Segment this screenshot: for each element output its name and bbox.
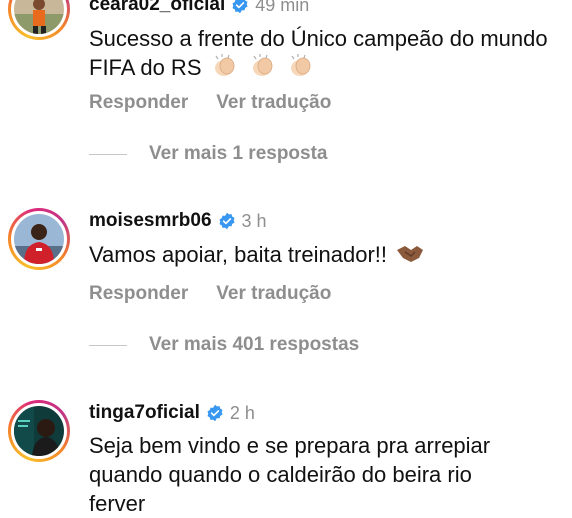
translate-button[interactable]: Ver tradução <box>216 283 331 305</box>
avatar-moisesmrb06[interactable] <box>8 208 70 270</box>
comment-text: Vamos apoiar, baita treinador!! <box>89 240 559 269</box>
divider-line <box>89 153 127 155</box>
comment-text: Sucesso a frente do Único campeão do mun… <box>89 24 559 82</box>
username[interactable]: tinga7oficial <box>89 402 200 424</box>
verified-badge-icon <box>219 212 235 230</box>
clapping-hands-icon <box>284 54 316 80</box>
comment-time: 2 h <box>229 402 255 423</box>
view-more-replies[interactable]: Ver mais 401 respostas <box>89 334 359 356</box>
view-more-replies[interactable]: Ver mais 1 resposta <box>89 143 328 165</box>
divider-line <box>89 344 127 346</box>
view-more-replies-label[interactable]: Ver mais 1 resposta <box>149 143 328 165</box>
comment-time: 3 h <box>241 210 267 231</box>
comment-header: ceara02_oficial 49 min <box>89 0 309 16</box>
verified-badge-icon <box>232 0 248 14</box>
translate-button[interactable]: Ver tradução <box>216 92 331 114</box>
comment-actions: Responder Ver tradução <box>89 92 331 114</box>
reply-button[interactable]: Responder <box>89 283 188 305</box>
view-more-replies-label[interactable]: Ver mais 401 respostas <box>149 334 359 356</box>
comment-header: moisesmrb06 3 h <box>89 210 267 232</box>
clapping-hands-icon <box>208 54 246 80</box>
avatar-tinga7oficial[interactable] <box>8 400 70 462</box>
comment-actions: Responder Ver tradução <box>89 283 331 305</box>
comment-text-content: Sucesso a frente do Único campeão do mun… <box>89 26 548 80</box>
comment-time: 49 min <box>255 0 310 15</box>
reply-button[interactable]: Responder <box>89 92 188 114</box>
avatar-ceara02[interactable] <box>8 0 70 40</box>
comment-text-content: Vamos apoiar, baita treinador!! <box>89 242 387 267</box>
comment-text: Seja bem vindo e se prepara pra arrepiar… <box>89 431 559 518</box>
handshake-icon <box>393 242 425 267</box>
comment-header: tinga7oficial 2 h <box>89 402 255 424</box>
comment-text-line: ferver <box>89 491 146 516</box>
comment-text-line: quando quando o caldeirão do beira rio <box>89 462 472 487</box>
verified-badge-icon <box>207 404 223 422</box>
username[interactable]: ceara02_oficial <box>89 0 225 16</box>
comment-text-line: Seja bem vindo e se prepara pra arrepiar <box>89 433 491 458</box>
username[interactable]: moisesmrb06 <box>89 210 212 232</box>
clapping-hands-icon <box>246 54 284 80</box>
